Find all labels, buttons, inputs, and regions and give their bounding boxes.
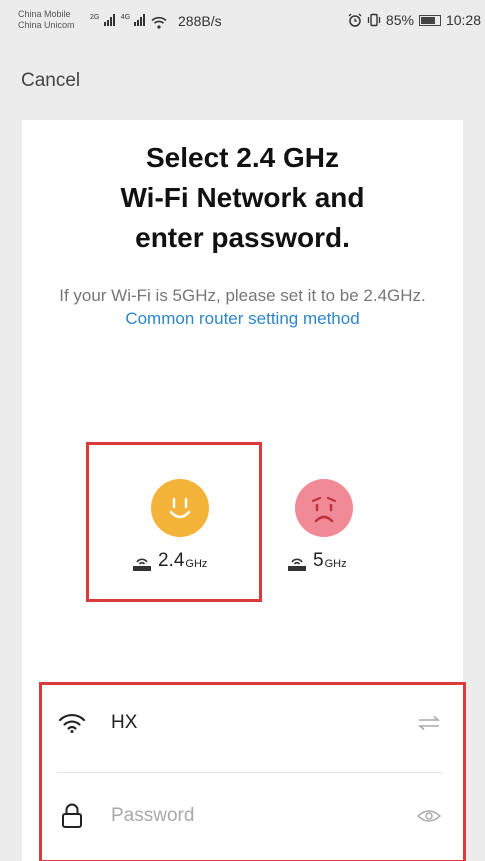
- router-icon: [288, 558, 306, 571]
- right-status: 85% 10:28: [348, 12, 481, 28]
- band-24-label: 2.4 GHz: [132, 550, 207, 572]
- signal-1-icon: 2G: [90, 14, 115, 29]
- carrier-labels: China Mobile China Unicom: [18, 9, 75, 31]
- router-setting-link[interactable]: Common router setting method: [125, 309, 359, 328]
- eye-icon[interactable]: [416, 805, 442, 827]
- password-input[interactable]: [111, 805, 416, 827]
- alarm-icon: [348, 13, 362, 27]
- subtitle: If your Wi-Fi is 5GHz, please set it to …: [52, 284, 433, 330]
- router-icon: [133, 558, 151, 571]
- vibrate-icon: [367, 13, 381, 27]
- band-5-label: 5 GHz: [287, 550, 347, 572]
- screen: China Mobile China Unicom 2G 4G 288B/s 8…: [0, 0, 485, 861]
- status-bar: China Mobile China Unicom 2G 4G 288B/s 8…: [0, 0, 485, 40]
- network-speed: 288B/s: [178, 13, 222, 29]
- title-line-3: enter password.: [135, 222, 350, 253]
- band-5-unit: GHz: [324, 558, 347, 570]
- subtitle-text: If your Wi-Fi is 5GHz, please set it to …: [59, 286, 426, 305]
- wifi-ssid-row[interactable]: HX: [57, 693, 442, 753]
- cancel-button[interactable]: Cancel: [21, 70, 80, 92]
- band-24-unit: GHz: [185, 558, 208, 570]
- page-title: Select 2.4 GHz Wi-Fi Network and enter p…: [22, 138, 463, 258]
- title-line-2: Wi-Fi Network and: [120, 182, 365, 213]
- battery-percent: 85%: [385, 12, 414, 28]
- battery-icon: [418, 14, 441, 26]
- carrier-2: China Unicom: [18, 20, 75, 30]
- band-5-number: 5: [313, 550, 324, 571]
- field-divider: [57, 772, 442, 773]
- setup-card: Select 2.4 GHz Wi-Fi Network and enter p…: [22, 120, 466, 861]
- password-row: [57, 786, 442, 846]
- signal-2-icon: 4G: [121, 14, 146, 29]
- signal-indicators: 2G 4G: [90, 14, 167, 29]
- sad-face-icon: [295, 479, 353, 537]
- wifi-status-icon: [151, 16, 167, 29]
- lock-icon: [57, 801, 87, 831]
- carrier-1: China Mobile: [18, 9, 71, 19]
- clock: 10:28: [445, 12, 481, 28]
- title-line-1: Select 2.4 GHz: [146, 142, 339, 173]
- band-24-number: 2.4: [158, 550, 185, 571]
- happy-face-icon: [151, 479, 209, 537]
- wifi-icon: [57, 708, 87, 738]
- network-tag-1: 2G: [90, 14, 100, 21]
- network-tag-2: 4G: [120, 14, 131, 21]
- ssid-value: HX: [111, 712, 138, 733]
- switch-network-icon[interactable]: [416, 712, 442, 734]
